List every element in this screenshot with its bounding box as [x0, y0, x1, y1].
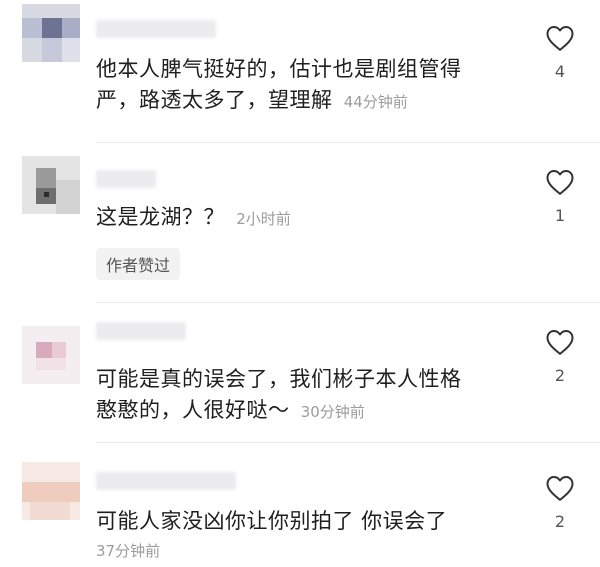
comment-time: 30分钟前	[300, 403, 365, 421]
username[interactable]	[96, 20, 216, 38]
comment-text-line: 这是龙湖？？	[96, 205, 225, 229]
comment-item: 可能人家没凶你让你别拍了 你误会了 37分钟前 2	[0, 442, 600, 567]
like-button[interactable]: 2	[538, 328, 582, 385]
comment-text: 他本人脾气挺好的，估计也是剧组管得 严，路透太多了，望理解 44分钟前	[96, 54, 516, 118]
comment-text: 可能是真的误会了，我们彬子本人性格 憨憨的，人很好哒～ 30分钟前	[96, 364, 516, 428]
username[interactable]	[96, 472, 236, 490]
like-count: 2	[554, 512, 566, 531]
avatar[interactable]	[22, 326, 80, 384]
comment-text-line: 可能是真的误会了，我们彬子本人性格	[96, 367, 462, 391]
like-button[interactable]: 4	[538, 24, 582, 81]
username[interactable]	[96, 322, 186, 340]
comment-text-line: 可能人家没凶你让你别拍了 你误会了	[96, 509, 448, 533]
comment-text-line: 憨憨的，人很好哒～	[96, 398, 290, 422]
comment-time: 37分钟前	[96, 542, 161, 560]
comment-text-line: 严，路透太多了，望理解	[96, 88, 333, 112]
comment-time: 2小时前	[236, 210, 291, 228]
avatar[interactable]	[22, 156, 80, 214]
like-count: 2	[554, 366, 566, 385]
like-count: 1	[554, 206, 566, 225]
comment-item: 可能是真的误会了，我们彬子本人性格 憨憨的，人很好哒～ 30分钟前 2	[0, 302, 600, 442]
comment-text-line: 他本人脾气挺好的，估计也是剧组管得	[96, 57, 462, 81]
like-button[interactable]: 1	[538, 168, 582, 225]
avatar[interactable]	[22, 4, 80, 62]
comment-text: 这是龙湖？？ 2小时前	[96, 202, 516, 235]
heart-outline-icon	[546, 330, 574, 355]
comment-item: 他本人脾气挺好的，估计也是剧组管得 严，路透太多了，望理解 44分钟前 4	[0, 0, 600, 140]
like-count: 4	[554, 62, 566, 81]
heart-outline-icon	[546, 26, 574, 51]
avatar[interactable]	[22, 462, 80, 520]
comment-item: 这是龙湖？？ 2小时前 作者赞过 1	[0, 142, 600, 302]
comment-text: 可能人家没凶你让你别拍了 你误会了	[96, 506, 516, 537]
like-button[interactable]: 2	[538, 474, 582, 531]
comment-time: 44分钟前	[343, 93, 408, 111]
heart-outline-icon	[546, 170, 574, 195]
username[interactable]	[96, 170, 156, 188]
heart-outline-icon	[546, 476, 574, 501]
author-liked-tag: 作者赞过	[96, 248, 181, 280]
